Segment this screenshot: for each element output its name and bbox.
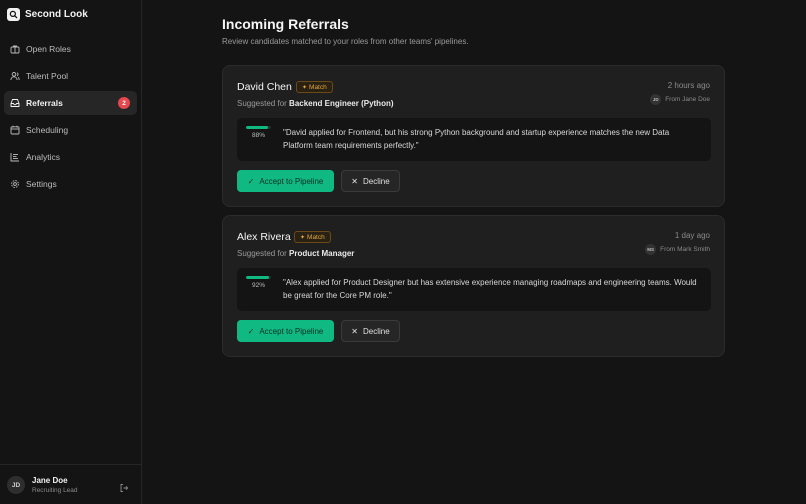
logout-icon[interactable]: [119, 480, 129, 492]
referral-card: Alex Rivera ✦ Match Suggested for Produc…: [222, 215, 725, 357]
user-role: Recruiting Lead: [32, 487, 78, 494]
users-icon: [10, 71, 20, 81]
decline-button[interactable]: ✕ Decline: [341, 170, 400, 192]
referrer-name: From Mark Smith: [660, 246, 710, 253]
chart-icon: [10, 152, 20, 162]
match-badge-label: Match: [307, 233, 325, 241]
referrer-avatar: MS: [645, 244, 657, 255]
score-bar: [246, 276, 271, 279]
sidebar-nav: Open Roles Talent Pool Referrals 2 Sched…: [4, 37, 137, 199]
referral-note: 88% "David applied for Frontend, but his…: [237, 118, 711, 161]
check-icon: ✓: [247, 326, 255, 336]
sidebar-item-settings[interactable]: Settings: [4, 172, 137, 196]
match-badge: ✦ Match: [294, 231, 331, 243]
decline-label: Decline: [363, 176, 390, 186]
accept-label: Accept to Pipeline: [259, 176, 324, 186]
referral-card: David Chen ✦ Match Suggested for Backend…: [222, 65, 725, 207]
referral-time: 2 hours ago: [667, 81, 710, 90]
close-icon: ✕: [351, 326, 358, 336]
referral-time: 1 day ago: [674, 231, 710, 240]
role-name: Backend Engineer (Python): [289, 99, 394, 108]
brand-name: Second Look: [25, 8, 88, 20]
candidate-name: Alex Rivera: [237, 231, 291, 243]
match-badge-label: Match: [309, 83, 327, 91]
match-score: 92%: [246, 276, 271, 289]
brand[interactable]: Second Look: [7, 6, 88, 22]
sidebar-item-talent-pool[interactable]: Talent Pool: [4, 64, 137, 88]
user-profile[interactable]: JD Jane Doe Recruiting Lead: [0, 464, 141, 504]
sidebar-item-label: Scheduling: [26, 125, 69, 135]
sidebar-item-analytics[interactable]: Analytics: [4, 145, 137, 169]
decline-button[interactable]: ✕ Decline: [341, 320, 400, 342]
decline-label: Decline: [363, 326, 390, 336]
sidebar-item-label: Analytics: [26, 152, 61, 162]
sidebar-item-open-roles[interactable]: Open Roles: [4, 37, 137, 61]
briefcase-icon: [10, 44, 20, 54]
referrer: JD From Jane Doe: [650, 94, 710, 105]
referrer-name: From Jane Doe: [665, 96, 710, 103]
suggested-role: Suggested for Product Manager: [237, 249, 354, 258]
sidebar-item-label: Settings: [26, 179, 57, 189]
score-bar-fill: [246, 276, 269, 279]
referrer: MS From Mark Smith: [645, 244, 710, 255]
suggested-prefix: Suggested for: [237, 249, 287, 258]
role-name: Product Manager: [289, 249, 355, 258]
suggested-prefix: Suggested for: [237, 99, 287, 108]
sidebar: Second Look Open Roles Talent Pool Refer…: [0, 0, 142, 504]
inbox-icon: [10, 98, 20, 108]
referral-quote: "David applied for Frontend, but his str…: [283, 128, 670, 150]
close-icon: ✕: [351, 176, 358, 186]
sidebar-item-label: Referrals: [26, 98, 63, 108]
referral-quote: "Alex applied for Product Designer but h…: [283, 278, 697, 300]
accept-to-pipeline-button[interactable]: ✓ Accept to Pipeline: [237, 320, 334, 342]
accept-label: Accept to Pipeline: [259, 326, 324, 336]
score-value: 92%: [251, 282, 265, 289]
calendar-icon: [10, 125, 20, 135]
score-value: 88%: [251, 132, 265, 139]
score-bar-fill: [246, 126, 268, 129]
match-badge: ✦ Match: [296, 81, 333, 93]
sparkle-icon: ✦: [302, 84, 308, 91]
referral-note: 92% "Alex applied for Product Designer b…: [237, 268, 711, 311]
user-name: Jane Doe: [32, 476, 68, 485]
avatar: JD: [7, 476, 25, 494]
notification-badge: 2: [118, 97, 130, 109]
sparkle-icon: ✦: [300, 234, 306, 241]
referrer-avatar: JD: [650, 94, 662, 105]
suggested-role: Suggested for Backend Engineer (Python): [237, 99, 394, 108]
check-icon: ✓: [247, 176, 255, 186]
search-icon: [7, 7, 20, 21]
gear-icon: [10, 179, 20, 189]
sidebar-item-label: Talent Pool: [26, 71, 69, 81]
page-subtitle: Review candidates matched to your roles …: [222, 37, 469, 46]
match-score: 88%: [246, 126, 271, 139]
candidate-name: David Chen: [237, 81, 292, 93]
sidebar-item-scheduling[interactable]: Scheduling: [4, 118, 137, 142]
accept-to-pipeline-button[interactable]: ✓ Accept to Pipeline: [237, 170, 334, 192]
sidebar-item-referrals[interactable]: Referrals 2: [4, 91, 137, 115]
page-title: Incoming Referrals: [222, 16, 349, 32]
sidebar-item-label: Open Roles: [26, 44, 71, 54]
score-bar: [246, 126, 271, 129]
